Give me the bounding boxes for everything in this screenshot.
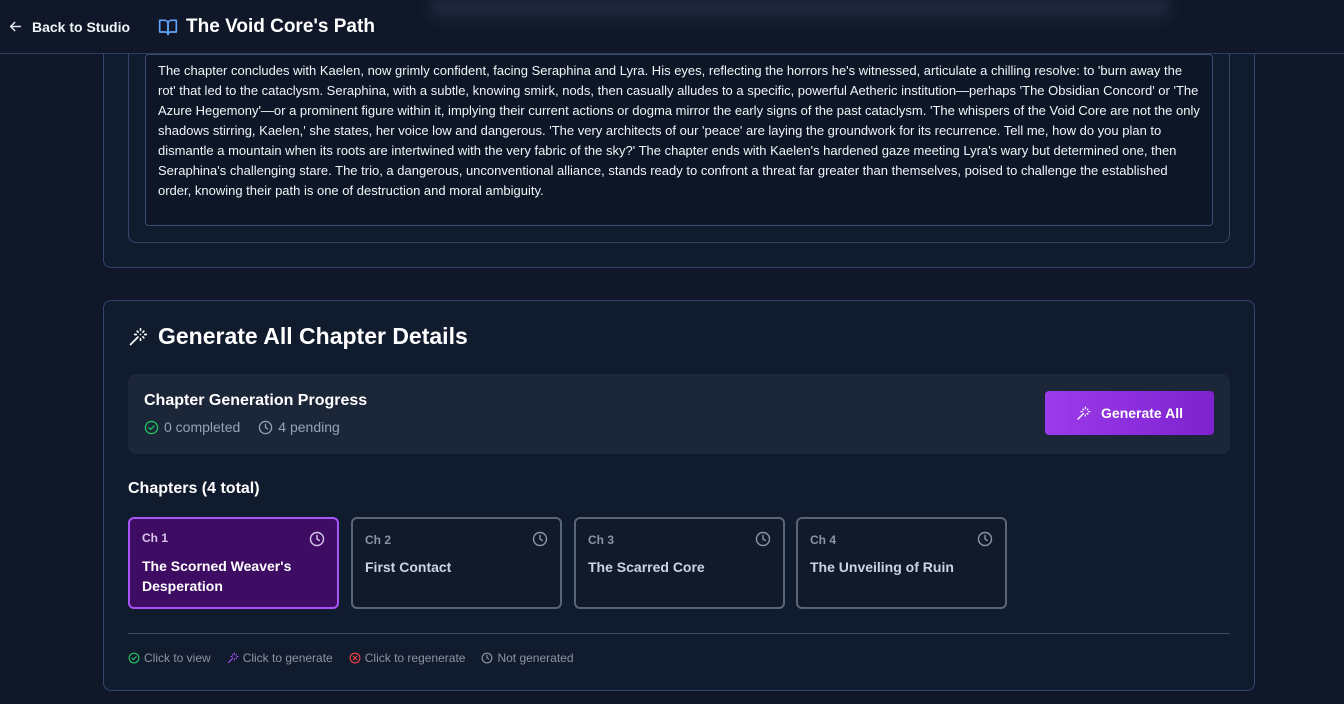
completed-stat: 0 completed <box>144 419 240 435</box>
completed-count: 0 completed <box>164 419 241 435</box>
legend-view-label: Click to view <box>144 651 211 665</box>
chapter-summary-card: The chapter concludes with Kaelen, now g… <box>103 20 1255 268</box>
chapter-card-1[interactable]: Ch 1 The Scorned Weaver's Desperation <box>128 517 339 609</box>
clock-icon <box>532 531 548 547</box>
chapter-summary-textarea[interactable]: The chapter concludes with Kaelen, now g… <box>145 54 1213 226</box>
pending-count: 4 pending <box>278 419 340 435</box>
progress-stats: 0 completed 4 pending <box>144 419 340 435</box>
legend-generate: Click to generate <box>227 651 333 665</box>
magic-wand-icon <box>227 652 239 664</box>
app-header: Back to Studio The Void Core's Path <box>0 0 1344 54</box>
x-circle-icon <box>349 652 361 664</box>
magic-wand-icon <box>129 327 148 345</box>
legend-regenerate: Click to regenerate <box>349 651 466 665</box>
book-open-icon <box>158 19 178 35</box>
pending-stat: 4 pending <box>258 419 340 435</box>
chapter-summary-text: The chapter concludes with Kaelen, now g… <box>158 63 1200 198</box>
chapter-card-3[interactable]: Ch 3 The Scarred Core <box>574 517 785 609</box>
back-to-studio-label: Back to Studio <box>32 18 131 35</box>
chapter-card-4[interactable]: Ch 4 The Unveiling of Ruin <box>796 517 1007 609</box>
check-circle-icon <box>128 652 140 664</box>
clock-icon <box>755 531 771 547</box>
clock-icon <box>482 652 493 664</box>
generate-all-label: Generate All <box>1101 405 1183 421</box>
chapter-title: The Scorned Weaver's Desperation <box>142 558 292 594</box>
generate-section-title: Generate All Chapter Details <box>128 323 468 350</box>
chapters-heading: Chapters (4 total) <box>128 480 260 497</box>
chapter-title: First Contact <box>365 559 452 575</box>
chapter-number: Ch 3 <box>588 533 615 547</box>
chapter-number: Ch 1 <box>142 531 169 545</box>
chapter-title: The Unveiling of Ruin <box>810 559 954 575</box>
clock-icon <box>977 531 993 547</box>
chapter-number: Ch 2 <box>365 533 392 547</box>
chapter-summary-section: The chapter concludes with Kaelen, now g… <box>128 21 1230 243</box>
legend-generate-label: Click to generate <box>242 651 333 665</box>
header-blur-overlay <box>430 0 1170 26</box>
legend-not-generated: Not generated <box>481 651 574 665</box>
legend-regenerate-label: Click to regenerate <box>364 651 466 665</box>
generate-section-title-text: Generate All Chapter Details <box>158 323 468 349</box>
chapter-title: The Scarred Core <box>588 559 705 575</box>
page-title-group: The Void Core's Path <box>158 16 375 38</box>
generation-progress-panel: Chapter Generation Progress 0 completed … <box>128 374 1230 454</box>
page-title: The Void Core's Path <box>186 15 375 37</box>
clock-icon <box>309 531 325 547</box>
arrow-left-icon <box>9 21 22 32</box>
chapter-number: Ch 4 <box>810 533 837 547</box>
generate-chapters-card: Generate All Chapter Details Chapter Gen… <box>103 300 1255 691</box>
chapter-card-2[interactable]: Ch 2 First Contact <box>351 517 562 609</box>
check-circle-icon <box>144 420 159 434</box>
legend-not-generated-label: Not generated <box>497 651 574 665</box>
clock-icon <box>259 420 273 434</box>
progress-title: Chapter Generation Progress <box>144 392 368 409</box>
back-to-studio-button[interactable]: Back to Studio <box>9 19 130 35</box>
generate-all-button[interactable]: Generate All <box>1045 391 1214 435</box>
legend-divider <box>128 633 1230 634</box>
legend-view: Click to view <box>128 651 211 665</box>
status-legend: Click to view Click to generate Click to… <box>128 651 574 665</box>
magic-wand-icon <box>1077 406 1091 420</box>
